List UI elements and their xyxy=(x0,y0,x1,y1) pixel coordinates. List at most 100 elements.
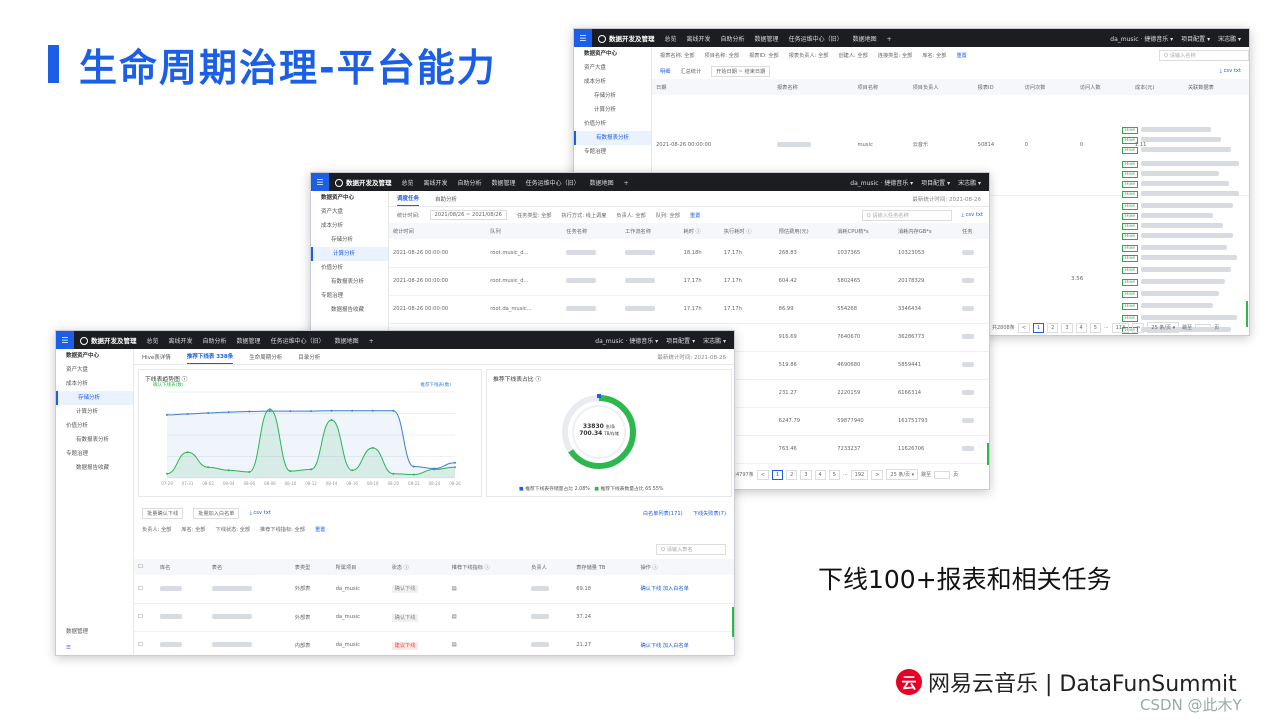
app-name[interactable]: 数据开发及管理 xyxy=(598,33,655,43)
goto-input[interactable] xyxy=(934,470,951,479)
nav-item[interactable]: 数据管理 xyxy=(755,36,779,43)
sidebar-item[interactable]: 有数报表分析 xyxy=(56,433,133,447)
column-header[interactable]: 访问人数 xyxy=(1075,79,1131,95)
tab-hive-details[interactable]: Hive表详情 xyxy=(142,353,171,364)
prev-page[interactable]: < xyxy=(756,469,769,480)
cell[interactable] xyxy=(636,603,734,632)
page-3[interactable]: 3 xyxy=(800,469,812,480)
project-config[interactable]: 项目配置 ▾ xyxy=(921,180,950,187)
page-5[interactable]: 5 xyxy=(1089,322,1101,333)
sidebar-item-data-management[interactable]: 数据管理 xyxy=(56,625,88,639)
tab-summary[interactable]: 汇总统计 xyxy=(680,68,701,75)
column-header[interactable]: 表类型 xyxy=(290,559,332,575)
next-page[interactable]: > xyxy=(1132,322,1145,333)
page-last[interactable]: 192 xyxy=(850,469,869,480)
filter[interactable]: 报表负责人: 全部 xyxy=(789,52,829,59)
page-size[interactable]: 25 条/页 ▾ xyxy=(886,469,919,480)
menu-icon[interactable]: ☰ xyxy=(56,331,74,349)
nav-item[interactable]: 自助分析 xyxy=(721,36,745,43)
column-header[interactable]: 推荐下线指标 ⓘ xyxy=(447,559,528,575)
sidebar-item[interactable]: 数据报告收藏 xyxy=(311,303,388,317)
project-selector[interactable]: da_music · 捷德音乐 ▾ xyxy=(850,180,913,187)
sidebar-item[interactable]: 价值分析 xyxy=(56,419,133,433)
app-name[interactable]: 数据开发及管理 xyxy=(80,335,137,345)
nav-item[interactable]: 总览 xyxy=(665,36,677,43)
sidebar-item[interactable]: 存储分析 xyxy=(574,89,651,103)
tab-lifecycle[interactable]: 生命周期分析 xyxy=(249,353,282,364)
menu-icon[interactable]: ☰ xyxy=(574,29,592,47)
nav-item[interactable]: 数据管理 xyxy=(237,338,261,345)
column-header[interactable]: 任务 xyxy=(958,223,989,239)
whitelist-link[interactable]: 白名单列表(171) xyxy=(643,510,683,517)
filter[interactable]: 连接类型: 全部 xyxy=(878,52,913,59)
sidebar-item[interactable]: 资产大盘 xyxy=(56,363,133,377)
column-header[interactable]: 工作流名称 xyxy=(620,223,680,239)
scrollbar[interactable] xyxy=(987,443,989,465)
sidebar-item[interactable]: 专题治理 xyxy=(574,145,651,159)
scrollbar[interactable] xyxy=(732,607,734,637)
sidebar-item[interactable]: 专题治理 xyxy=(56,447,133,461)
column-header[interactable]: 所属项目 xyxy=(331,559,388,575)
nav-item[interactable]: 数据管理 xyxy=(492,180,516,187)
nav-item[interactable]: 任务运维中心（旧） xyxy=(526,180,580,187)
project-selector[interactable]: da_music · 捷德音乐 ▾ xyxy=(1110,36,1173,43)
search-input[interactable]: Q 请输入任务名称 xyxy=(861,209,952,221)
tab-directory[interactable]: 目录分析 xyxy=(298,353,320,364)
user-menu[interactable]: 宋志鹏 ▾ xyxy=(703,338,726,345)
nav-item[interactable]: 总览 xyxy=(402,180,414,187)
column-header[interactable]: 表存储量 TB xyxy=(572,559,637,575)
nav-item[interactable]: 数据地图 xyxy=(853,36,877,43)
sidebar-item-active[interactable]: 存储分析 xyxy=(56,391,133,405)
batch-whitelist-button[interactable]: 批量加入白名单 xyxy=(193,507,240,519)
filter[interactable]: 库名: 全部 xyxy=(181,526,205,533)
sidebar-item-active[interactable]: 有数报表分析 xyxy=(574,131,651,145)
column-header[interactable]: 成本(元) xyxy=(1130,79,1184,95)
reset-link[interactable]: 重置 xyxy=(690,212,700,219)
add-tab-icon[interactable]: + xyxy=(887,36,892,43)
page-3[interactable]: 3 xyxy=(1061,322,1073,333)
collapse-icon[interactable]: ☰ xyxy=(66,645,71,651)
column-header[interactable]: 报表名称 xyxy=(772,79,854,95)
nav-item[interactable]: 自助分析 xyxy=(458,180,482,187)
page-1[interactable]: 1 xyxy=(1032,322,1045,333)
sidebar-item[interactable]: 计算分析 xyxy=(574,103,651,117)
menu-icon[interactable]: ☰ xyxy=(311,173,329,191)
nav-item[interactable]: 任务运维中心（旧） xyxy=(271,338,325,345)
filter[interactable]: 库名: 全部 xyxy=(922,52,946,59)
filter[interactable]: 下线状态: 全部 xyxy=(216,526,251,533)
sidebar-item[interactable]: 数据资产中心 xyxy=(311,191,388,205)
column-header[interactable]: 耗时 ⓘ xyxy=(679,223,720,239)
sidebar-item[interactable]: 数据资产中心 xyxy=(56,349,133,363)
row-checkbox[interactable]: ☐ xyxy=(134,603,156,632)
column-header[interactable]: 关联数据表 xyxy=(1183,79,1249,95)
tab-scheduled-tasks[interactable]: 调度任务 xyxy=(397,194,420,206)
cell-text[interactable]: 确认下线 加入白名单 xyxy=(640,643,688,649)
cell[interactable]: 确认下线 加入白名单 xyxy=(636,575,734,604)
nav-item[interactable]: 离线开发 xyxy=(169,338,193,345)
select-all-checkbox[interactable]: ☐ xyxy=(134,559,156,575)
column-header[interactable]: 消耗内存GB*s xyxy=(893,223,959,239)
failed-link[interactable]: 下线失败表(7) xyxy=(693,510,726,517)
project-config[interactable]: 项目配置 ▾ xyxy=(666,338,695,345)
column-header[interactable]: 表名 xyxy=(207,559,291,575)
page-4[interactable]: 4 xyxy=(814,469,826,480)
column-header[interactable]: 日期 xyxy=(652,79,773,95)
nav-item[interactable]: 任务运维中心（旧） xyxy=(789,36,843,43)
column-header[interactable]: 项目名称 xyxy=(853,79,909,95)
sidebar-item[interactable]: 专题治理 xyxy=(311,289,388,303)
batch-confirm-button[interactable]: 批量确认下线 xyxy=(142,507,184,519)
page-1[interactable]: 1 xyxy=(771,469,784,480)
page-2[interactable]: 2 xyxy=(1047,322,1059,333)
cell-text[interactable]: 确认下线 加入白名单 xyxy=(640,586,688,592)
scrollbar[interactable] xyxy=(1246,301,1248,327)
date-range-picker[interactable]: 开始日期 ~ 结束日期 xyxy=(711,65,771,77)
nav-item[interactable]: 数据地图 xyxy=(590,180,614,187)
column-header[interactable]: 预估费用(元) xyxy=(774,223,834,239)
project-config[interactable]: 项目配置 ▾ xyxy=(1181,36,1210,43)
column-header[interactable]: 执行耗时 ⓘ xyxy=(719,223,775,239)
column-header[interactable]: 统计时间 xyxy=(389,223,487,239)
tab-self-analysis[interactable]: 自助分析 xyxy=(435,195,457,206)
date-range-picker[interactable]: 2021/08/26 ~ 2021/08/26 xyxy=(429,210,507,220)
row-checkbox[interactable]: ☐ xyxy=(134,575,156,604)
column-header[interactable]: 访问次数 xyxy=(1020,79,1076,95)
